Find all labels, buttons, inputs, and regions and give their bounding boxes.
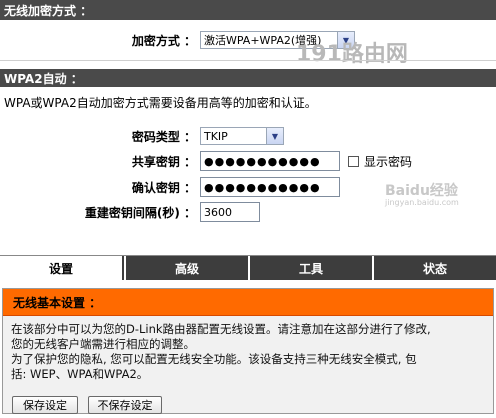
baidu-watermark-sub: jingyan.baidu.com [385, 198, 459, 207]
panel-description: 在该部分中可以为您的D-Link路由器配置无线设置。请注意加在这部分进行了修改,… [3, 316, 493, 382]
section-title-wpa2: WPA2自动 ： [4, 71, 83, 86]
panel-text-line: 为了保护您的隐私, 您可以配置无线安全功能。该设备支持三种无线安全模式, 包 [11, 352, 417, 366]
confirm-psk-input[interactable]: ●●●●●●●●●●● [200, 177, 340, 197]
panel-text-line: 您的无线客户端需进行相应的调整。 [11, 337, 195, 351]
cipher-type-row: 密码类型 ： TKIP ▼ [100, 127, 284, 145]
dont-save-button[interactable]: 不保存设定 [88, 396, 162, 414]
tab-status-label: 状态 [422, 261, 447, 276]
save-button-label: 保存设定 [23, 399, 67, 412]
rekey-row: 重建密钥间隔(秒) ： 3600 [60, 202, 260, 222]
wpa2-description-text: WPA或WPA2自动加密方式需要设备用高等的加密和认证。 [4, 96, 317, 110]
section-title-encryption: 无线加密方式 ： [4, 3, 93, 18]
confirm-psk-value: ●●●●●●●●●●● [204, 180, 321, 194]
divider [0, 60, 496, 61]
tab-advanced-label: 高级 [174, 261, 199, 276]
psk-row: 共享密钥 ： ●●●●●●●●●●● 显示密码 [100, 151, 412, 171]
show-password-checkbox[interactable] [348, 155, 359, 167]
section-header-encryption: 无线加密方式 ： [0, 0, 496, 20]
cipher-type-select[interactable]: TKIP ▼ [200, 127, 284, 145]
dont-save-button-label: 不保存设定 [97, 399, 153, 412]
encryption-mode-label: 加密方式 ： [131, 33, 196, 48]
psk-input[interactable]: ●●●●●●●●●●● [200, 151, 340, 171]
cipher-type-label: 密码类型 ： [131, 129, 196, 144]
panel-title-text: 无线基本设置 ： [13, 295, 102, 310]
show-password-label: 显示密码 [364, 154, 413, 169]
rekey-value: 3600 [204, 205, 232, 219]
save-button[interactable]: 保存设定 [12, 396, 78, 414]
tab-advanced[interactable]: 高级 [124, 256, 248, 280]
panel-text-line: 括: WEP、WPA和WPA2。 [11, 367, 149, 381]
panel-text-line: 在该部分中可以为您的D-Link路由器配置无线设置。请注意加在这部分进行了修改, [11, 322, 431, 336]
tab-tools-label: 工具 [298, 261, 323, 276]
panel-title: 无线基本设置 ： [3, 289, 493, 316]
site-watermark: 191路由网 [296, 42, 408, 67]
tab-status[interactable]: 状态 [372, 256, 496, 280]
tab-setup[interactable]: 设置 [0, 256, 124, 280]
confirm-psk-row: 确认密钥 ： ●●●●●●●●●●● [100, 177, 340, 197]
wpa2-description: WPA或WPA2自动加密方式需要设备用高等的加密和认证。 [4, 94, 317, 111]
baidu-watermark: Baidu经验 [385, 183, 458, 199]
tab-setup-label: 设置 [48, 261, 73, 276]
section-header-wpa2: WPA2自动 ： [0, 69, 496, 87]
rekey-label: 重建密钥间隔(秒) ： [84, 205, 196, 220]
main-tabs: 设置 高级 工具 状态 [0, 255, 496, 280]
cipher-type-value: TKIP [204, 129, 228, 143]
confirm-psk-label: 确认密钥 ： [131, 180, 196, 195]
tab-tools[interactable]: 工具 [248, 256, 372, 280]
psk-label: 共享密钥 ： [131, 154, 196, 169]
rekey-input[interactable]: 3600 [200, 202, 260, 222]
chevron-down-icon: ▼ [266, 128, 283, 144]
psk-value: ●●●●●●●●●●● [204, 154, 321, 168]
